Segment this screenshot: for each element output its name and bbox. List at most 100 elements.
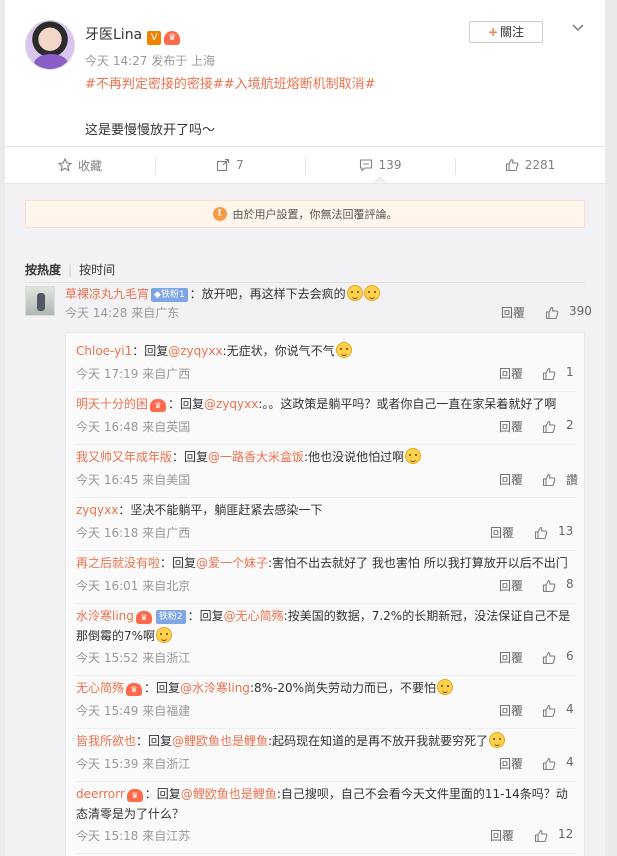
reply-button[interactable]: 回覆	[499, 702, 523, 719]
chevron-down-icon[interactable]	[571, 20, 585, 34]
reply-item: deerrorr ♛ ：回复@鲤欧鱼也是鲤鱼:自己搜呗，自己不会看今天文件里面的11…	[76, 782, 576, 854]
reply-text: 明天十分的困 ♛ ：回复@zyqyxx:。。这政策是躺平吗？或者你自己一直在家呆着就…	[76, 392, 576, 414]
emoji-icon	[335, 342, 352, 358]
reply-footer: 今天 15:18 来自江苏 回覆 12	[76, 827, 576, 847]
reply-like-button[interactable]: 6	[542, 649, 582, 669]
reply-button[interactable]: 回覆	[490, 524, 514, 541]
star-icon	[57, 158, 72, 172]
mentioned-user[interactable]: @zyqyxx	[204, 397, 258, 411]
repost-button[interactable]: 7	[155, 147, 305, 183]
replier-name[interactable]: 无心简殇	[76, 681, 124, 695]
reply-content: :。。这政策是躺平吗？或者你自己一直在家呆着就好了啊	[258, 397, 557, 411]
reply-time: 今天 15:18 来自江苏	[76, 829, 191, 843]
replies-list: Chloe-yi1：回复@zyqyxx:无症状，你说气不气 今天 17:19 来自…	[65, 332, 585, 856]
mentioned-user[interactable]: @zyqyxx	[168, 344, 222, 358]
plus-icon: +	[487, 25, 499, 39]
reply-prefix: ：回复	[187, 609, 224, 623]
reply-footer: 今天 16:18 来自广西 回覆 13	[76, 524, 576, 544]
comment-content: ：放开吧，再这样下去会疯的	[189, 287, 346, 301]
reply-time: 今天 15:52 来自浙江	[76, 651, 191, 665]
reply-like-count: 讚	[566, 473, 579, 487]
reply-prefix: ：回复	[144, 681, 181, 695]
mentioned-user[interactable]: @无心简殇	[224, 609, 284, 623]
post-hashtags[interactable]: #不再判定密接的密接##入境航班熔断机制取消#	[85, 73, 376, 92]
sort-by-hot-tab[interactable]: 按热度	[25, 263, 61, 277]
sort-by-time-tab[interactable]: 按时间	[79, 263, 115, 277]
reply-button[interactable]: 回覆	[499, 418, 523, 435]
reply-like-count: 6	[566, 649, 574, 663]
thumbs-up-icon	[542, 420, 556, 434]
thumbs-up-icon	[542, 757, 556, 771]
replier-name[interactable]: 我又帅又年成年版	[76, 450, 172, 464]
replier-name[interactable]: deerrorr	[76, 787, 125, 801]
reply-button[interactable]: 回覆	[499, 471, 523, 488]
mentioned-user[interactable]: @水泠寒ling	[180, 681, 250, 695]
reply-like-button[interactable]: 讚	[542, 471, 582, 491]
follow-button[interactable]: + 關注	[469, 21, 543, 43]
fan-level-badge: 铁粉2	[155, 610, 186, 624]
comment-button[interactable]: 139	[305, 147, 455, 184]
comment-text: 草裸凉丸九毛宵 ◆铁粉1 ：放开吧，再这样下去会疯的	[65, 284, 585, 304]
reply-content: :8%-20%尚失劳动力而已，不要怕	[249, 681, 437, 695]
reply-time: 今天 15:39 来自浙江	[76, 757, 191, 771]
replier-name[interactable]: 明天十分的困	[76, 397, 148, 411]
reply-content: :害怕不出去就好了 我也害怕 所以我打算放开以后不出门	[268, 556, 568, 570]
replier-name[interactable]: 再之后就没有啦	[76, 556, 160, 570]
reply-button[interactable]: 回覆	[499, 365, 523, 382]
mentioned-user[interactable]: @爱一个妹子	[196, 556, 268, 570]
reply-like-count: 12	[558, 827, 574, 841]
reply-button[interactable]: 回覆	[499, 577, 523, 594]
reply-like-button[interactable]: 2	[542, 418, 582, 438]
reply-like-button[interactable]: 13	[534, 524, 574, 544]
reply-like-button[interactable]: 4	[542, 702, 582, 722]
author-name[interactable]: 牙医Lina	[85, 27, 142, 43]
reply-button[interactable]: 回覆	[499, 755, 523, 772]
thumbs-up-icon	[545, 306, 559, 320]
top-comment-body: 草裸凉丸九毛宵 ◆铁粉1 ：放开吧，再这样下去会疯的 今天 14:28 来自广东 回…	[65, 284, 592, 324]
reply-footer: 今天 16:48 来自英国 回覆 2	[76, 418, 576, 438]
replier-name[interactable]: zyqyxx	[76, 503, 118, 517]
emoji-icon	[156, 627, 173, 643]
active-tab-caret-icon	[373, 176, 387, 184]
comment-like-count: 390	[569, 304, 592, 318]
reply-item: 皆我所欲也：回复@鲤欧鱼也是鲤鱼:起码现在知道的是再不放开我就要穷死了今天 15…	[76, 729, 576, 782]
thumbs-up-icon	[542, 704, 556, 718]
comment-like-button[interactable]: 390	[545, 304, 605, 324]
reply-button[interactable]: 回覆	[501, 304, 525, 321]
reply-button[interactable]: 回覆	[499, 649, 523, 666]
notice-text: 由於用户設置，你無法回覆評論。	[232, 208, 398, 221]
mentioned-user[interactable]: @鲤欧鱼也是鲤鱼	[181, 787, 277, 801]
like-button[interactable]: 2281	[455, 147, 605, 183]
reply-prefix: ：回复	[132, 344, 169, 358]
mentioned-user[interactable]: @一路香大米盒饭	[208, 450, 304, 464]
crown-badge-icon: ♛	[150, 399, 167, 412]
replier-name[interactable]: 水泠寒ling	[76, 609, 134, 623]
mentioned-user[interactable]: @鲤欧鱼也是鲤鱼	[172, 734, 268, 748]
reply-like-button[interactable]: 1	[542, 365, 582, 385]
reply-item: zyqyxx：坚决不能躺平，躺匪赶紧去感染一下 今天 16:18 来自广西 回覆 13	[76, 498, 576, 551]
reply-like-button[interactable]: 4	[542, 755, 582, 775]
reply-item: 无心简殇 ♛ ：回复@水泠寒ling:8%-20%尚失劳动力而已，不要怕 今天 15:…	[76, 676, 576, 729]
reply-like-button[interactable]: 8	[542, 577, 582, 597]
reply-time: 今天 16:18 来自广西	[76, 526, 191, 540]
reply-footer: 今天 15:52 来自浙江 回覆 6	[76, 649, 576, 669]
thumbs-up-icon	[505, 158, 519, 172]
reply-item: 明天十分的困 ♛ ：回复@zyqyxx:。。这政策是躺平吗？或者你自己一直在家呆着就…	[76, 392, 576, 445]
avatar[interactable]	[25, 20, 75, 70]
commenter-avatar[interactable]	[25, 286, 55, 316]
thumbs-up-icon	[542, 579, 556, 593]
commenter-name[interactable]: 草裸凉丸九毛宵	[65, 287, 149, 301]
reply-text: 皆我所欲也：回复@鲤欧鱼也是鲤鱼:起码现在知道的是再不放开我就要穷死了	[76, 729, 576, 751]
replier-name[interactable]: 皆我所欲也	[76, 734, 136, 748]
reply-item: 再之后就没有啦：回复@爱一个妹子:害怕不出去就好了 我也害怕 所以我打算放开以后…	[76, 551, 576, 604]
follow-label: 關注	[500, 25, 525, 39]
collect-button[interactable]: 收藏	[5, 147, 155, 183]
post-author[interactable]: 牙医Lina V ♛	[85, 24, 181, 45]
reply-button[interactable]: 回覆	[490, 827, 514, 844]
sort-separator: |	[68, 263, 73, 277]
reply-prefix: ：回复	[172, 450, 209, 464]
crown-badge-icon: ♛	[164, 31, 181, 45]
post-header: 牙医Lina V ♛ 今天 14:27 发布于 上海 #不再判定密接的密接##入境航…	[5, 0, 605, 140]
replier-name[interactable]: Chloe-yi1	[76, 344, 132, 358]
reply-like-button[interactable]: 12	[534, 827, 574, 847]
